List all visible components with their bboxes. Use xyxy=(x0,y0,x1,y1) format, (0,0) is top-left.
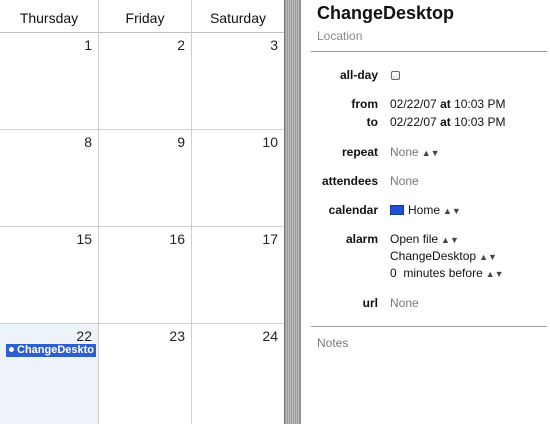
updown-arrows-icon: ▲︎▼︎ xyxy=(485,269,504,279)
grid-line xyxy=(0,323,284,324)
day-cell-22[interactable]: 22 ChangeDeskto xyxy=(0,324,98,424)
alarm-offset[interactable]: 0 minutes before ▲︎▼︎ xyxy=(390,266,504,280)
divider xyxy=(311,51,547,52)
day-number: 17 xyxy=(262,231,278,247)
grid-line xyxy=(98,0,99,424)
repeat-popup[interactable]: None ▲︎▼︎ xyxy=(390,145,440,159)
calendar-color-swatch xyxy=(390,205,404,215)
alarm-action: Open file xyxy=(390,232,439,246)
calendar-label: calendar xyxy=(328,203,378,217)
day-number: 16 xyxy=(169,231,185,247)
grid-line xyxy=(191,0,192,424)
event-chip[interactable]: ChangeDeskto xyxy=(6,344,96,357)
day-cell-1[interactable]: 1 xyxy=(0,33,98,129)
day-cell-2[interactable]: 2 xyxy=(99,33,191,129)
day-cell-17[interactable]: 17 xyxy=(192,227,284,323)
alarm-action-popup[interactable]: Open file ▲︎▼︎ xyxy=(390,232,459,246)
event-dot-icon xyxy=(9,347,14,352)
alarm-offset-value[interactable]: 0 xyxy=(390,266,397,280)
alarm-unit-popup[interactable]: minutes before ▲︎▼︎ xyxy=(403,266,503,280)
alarm-label: alarm xyxy=(345,232,378,246)
day-cell-16[interactable]: 16 xyxy=(99,227,191,323)
updown-arrows-icon: ▲︎▼︎ xyxy=(443,206,461,216)
repeat-label: repeat xyxy=(341,145,378,159)
from-at-label: at xyxy=(440,97,451,111)
day-number: 8 xyxy=(84,134,92,150)
updown-arrows-icon: ▲︎▼︎ xyxy=(441,235,459,245)
day-header-saturday: Saturday xyxy=(209,10,267,26)
to-time[interactable]: 10:03 PM xyxy=(454,115,505,129)
url-label: url xyxy=(362,296,378,310)
from-datetime[interactable]: 02/22/07 at 10:03 PM xyxy=(390,97,505,111)
day-number: 9 xyxy=(177,134,185,150)
allday-label: all-day xyxy=(339,68,378,82)
allday-checkbox[interactable] xyxy=(391,71,400,80)
day-cell-10[interactable]: 10 xyxy=(192,130,284,226)
alarm-file: ChangeDesktop xyxy=(390,249,477,263)
url-field[interactable]: None xyxy=(390,296,419,310)
event-title[interactable]: ChangeDesktop xyxy=(317,3,454,24)
day-header-thursday: Thursday xyxy=(19,10,79,26)
to-at-label: at xyxy=(440,115,451,129)
day-number: 10 xyxy=(262,134,278,150)
updown-arrows-icon: ▲︎▼︎ xyxy=(421,148,440,158)
day-header-friday: Friday xyxy=(125,10,165,26)
notes-field[interactable]: Notes xyxy=(317,336,348,350)
pane-splitter[interactable] xyxy=(284,0,301,424)
day-cell-8[interactable]: 8 xyxy=(0,130,98,226)
to-datetime[interactable]: 02/22/07 at 10:03 PM xyxy=(390,115,505,129)
day-cell-23[interactable]: 23 xyxy=(99,324,191,424)
alarm-offset-unit: minutes before xyxy=(403,266,483,280)
day-number: 24 xyxy=(262,328,278,344)
grid-line xyxy=(0,129,284,130)
month-calendar-grid: Thursday Friday Saturday 1 2 3 8 9 10 15… xyxy=(0,0,284,424)
from-date[interactable]: 02/22/07 xyxy=(390,97,437,111)
calendar-popup[interactable]: Home ▲︎▼︎ xyxy=(390,203,461,217)
day-number: 1 xyxy=(84,37,92,53)
divider xyxy=(311,326,547,327)
day-cell-3[interactable]: 3 xyxy=(192,33,284,129)
day-number: 15 xyxy=(76,231,92,247)
grid-line xyxy=(0,226,284,227)
alarm-file-popup[interactable]: ChangeDesktop ▲︎▼︎ xyxy=(390,249,497,263)
attendees-field[interactable]: None xyxy=(390,174,419,188)
day-number: 2 xyxy=(177,37,185,53)
from-label: from xyxy=(351,97,378,111)
event-inspector: ChangeDesktop Location all-day from 02/2… xyxy=(301,0,550,424)
day-number: 23 xyxy=(169,328,185,344)
day-number: 22 xyxy=(76,328,92,344)
event-chip-title: ChangeDeskto xyxy=(17,344,95,356)
to-label: to xyxy=(366,115,378,129)
day-cell-9[interactable]: 9 xyxy=(99,130,191,226)
attendees-label: attendees xyxy=(321,174,378,188)
calendar-value: Home xyxy=(408,203,441,217)
day-cell-15[interactable]: 15 xyxy=(0,227,98,323)
location-field[interactable]: Location xyxy=(317,29,362,43)
day-cell-24[interactable]: 24 xyxy=(192,324,284,424)
from-time[interactable]: 10:03 PM xyxy=(454,97,505,111)
to-date[interactable]: 02/22/07 xyxy=(390,115,437,129)
day-number: 3 xyxy=(270,37,278,53)
updown-arrows-icon: ▲︎▼︎ xyxy=(479,252,497,262)
repeat-value: None xyxy=(390,145,419,159)
